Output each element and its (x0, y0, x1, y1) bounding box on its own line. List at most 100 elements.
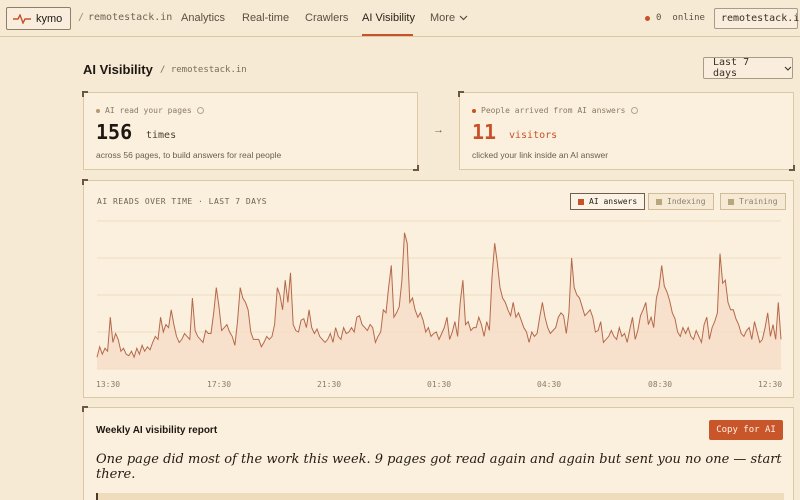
data-point[interactable] (138, 353, 140, 355)
data-point[interactable] (398, 306, 400, 308)
data-point[interactable] (751, 338, 753, 340)
data-point[interactable] (589, 309, 591, 311)
data-point[interactable] (401, 279, 403, 281)
data-point[interactable] (613, 335, 615, 337)
data-point[interactable] (523, 326, 525, 328)
data-point[interactable] (626, 341, 628, 343)
data-point[interactable] (737, 323, 739, 325)
data-point[interactable] (719, 252, 721, 254)
data-point[interactable] (769, 335, 771, 337)
data-point[interactable] (637, 329, 639, 331)
data-point[interactable] (252, 338, 254, 340)
data-point[interactable] (438, 338, 440, 340)
data-point[interactable] (706, 316, 708, 318)
nav-link-analytics[interactable]: Analytics (181, 12, 225, 24)
data-point[interactable] (311, 326, 313, 328)
data-point[interactable] (106, 350, 108, 352)
data-point[interactable] (223, 326, 225, 328)
data-point[interactable] (207, 332, 209, 334)
data-point[interactable] (748, 326, 750, 328)
data-point[interactable] (684, 332, 686, 334)
data-point[interactable] (342, 326, 344, 328)
data-point[interactable] (515, 316, 517, 318)
data-point[interactable] (621, 335, 623, 337)
data-point[interactable] (385, 312, 387, 314)
data-point[interactable] (724, 279, 726, 281)
date-range-select[interactable]: Last 7 days (703, 57, 793, 79)
data-point[interactable] (645, 301, 647, 303)
ai-reads-chart[interactable] (84, 181, 795, 399)
data-point[interactable] (663, 285, 665, 287)
data-point[interactable] (767, 312, 769, 314)
data-point[interactable] (395, 312, 397, 314)
data-point[interactable] (234, 344, 236, 346)
data-point[interactable] (327, 338, 329, 340)
data-point[interactable] (152, 341, 154, 343)
data-point[interactable] (136, 347, 138, 349)
data-point[interactable] (676, 331, 678, 333)
copy-for-ai-button[interactable]: Copy for AI (709, 420, 783, 440)
data-point[interactable] (695, 329, 697, 331)
data-point[interactable] (218, 306, 220, 308)
data-point[interactable] (756, 331, 758, 333)
data-point[interactable] (303, 318, 305, 320)
data-point[interactable] (133, 356, 135, 358)
data-point[interactable] (213, 312, 215, 314)
data-point[interactable] (287, 301, 289, 303)
data-point[interactable] (565, 332, 567, 334)
data-point[interactable] (581, 306, 583, 308)
data-point[interactable] (263, 341, 265, 343)
data-point[interactable] (443, 326, 445, 328)
site-select[interactable]: remotestack.in (714, 8, 800, 29)
data-point[interactable] (316, 328, 318, 330)
data-point[interactable] (239, 286, 241, 288)
data-point[interactable] (112, 341, 114, 343)
data-point[interactable] (639, 315, 641, 317)
data-point[interactable] (292, 323, 294, 325)
data-point[interactable] (674, 318, 676, 320)
data-point[interactable] (334, 326, 336, 328)
nav-link-real-time[interactable]: Real-time (242, 12, 289, 24)
data-point[interactable] (236, 320, 238, 322)
data-point[interactable] (101, 353, 103, 355)
data-point[interactable] (499, 286, 501, 288)
data-point[interactable] (109, 316, 111, 318)
data-point[interactable] (541, 301, 543, 303)
data-point[interactable] (146, 346, 148, 348)
data-point[interactable] (743, 335, 745, 337)
data-point[interactable] (353, 331, 355, 333)
data-point[interactable] (517, 312, 519, 314)
data-point[interactable] (642, 309, 644, 311)
data-point[interactable] (467, 320, 469, 322)
data-point[interactable] (533, 335, 535, 337)
data-point[interactable] (470, 329, 472, 331)
data-point[interactable] (348, 331, 350, 333)
data-point[interactable] (157, 338, 159, 340)
data-point[interactable] (462, 279, 464, 281)
data-point[interactable] (268, 338, 270, 340)
info-icon[interactable] (196, 107, 204, 114)
data-point[interactable] (403, 232, 405, 234)
data-point[interactable] (615, 338, 617, 340)
data-point[interactable] (549, 332, 551, 334)
data-point[interactable] (544, 316, 546, 318)
data-point[interactable] (475, 326, 477, 328)
data-point[interactable] (372, 326, 374, 328)
data-point[interactable] (215, 286, 217, 288)
data-point[interactable] (165, 323, 167, 325)
data-point[interactable] (653, 326, 655, 328)
data-point[interactable] (276, 286, 278, 288)
data-point[interactable] (210, 332, 212, 334)
data-point[interactable] (690, 335, 692, 337)
data-point[interactable] (125, 353, 127, 355)
data-point[interactable] (775, 338, 777, 340)
data-point[interactable] (340, 338, 342, 340)
data-point[interactable] (703, 323, 705, 325)
data-point[interactable] (525, 331, 527, 333)
logo[interactable]: kymo (6, 7, 71, 30)
data-point[interactable] (380, 331, 382, 333)
data-point[interactable] (356, 316, 358, 318)
data-point[interactable] (297, 331, 299, 333)
data-point[interactable] (369, 323, 371, 325)
data-point[interactable] (242, 297, 244, 299)
